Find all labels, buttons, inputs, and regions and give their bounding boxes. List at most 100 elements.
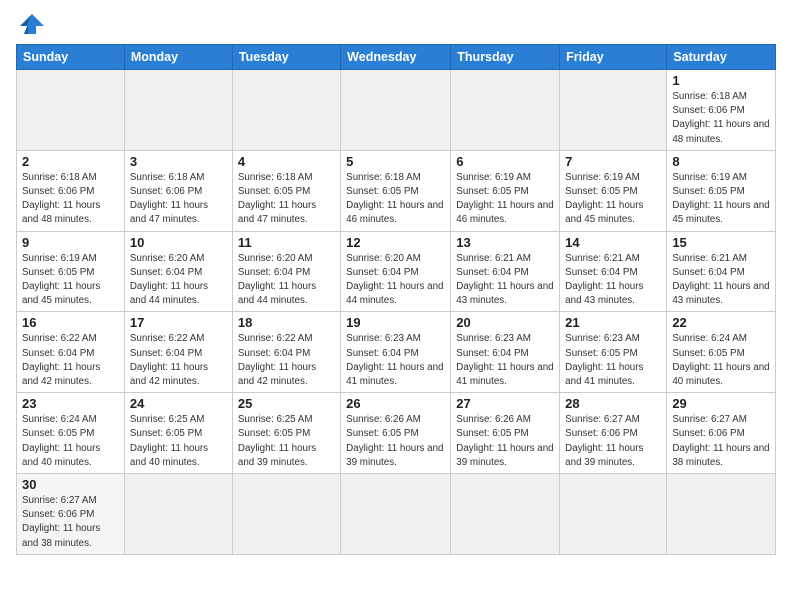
calendar-cell: 19Sunrise: 6:23 AM Sunset: 6:04 PM Dayli…	[341, 312, 451, 393]
day-info: Sunrise: 6:22 AM Sunset: 6:04 PM Dayligh…	[22, 332, 119, 389]
calendar-cell	[667, 474, 776, 555]
calendar-cell: 18Sunrise: 6:22 AM Sunset: 6:04 PM Dayli…	[232, 312, 340, 393]
calendar-cell	[560, 474, 667, 555]
col-header-thursday: Thursday	[451, 45, 560, 70]
calendar-week-4: 23Sunrise: 6:24 AM Sunset: 6:05 PM Dayli…	[17, 393, 776, 474]
day-number: 26	[346, 396, 445, 411]
col-header-friday: Friday	[560, 45, 667, 70]
calendar-week-2: 9 Sunrise: 6:19 AM Sunset: 6:05 PM Daylig…	[17, 231, 776, 312]
day-number: 22	[672, 315, 770, 330]
calendar-cell: 14Sunrise: 6:21 AM Sunset: 6:04 PM Dayli…	[560, 231, 667, 312]
day-info: Sunrise: 6:25 AM Sunset: 6:05 PM Dayligh…	[238, 413, 335, 470]
day-info: Sunrise: 6:27 AM Sunset: 6:06 PM Dayligh…	[672, 413, 770, 470]
day-info: Sunrise: 6:20 AM Sunset: 6:04 PM Dayligh…	[130, 252, 227, 309]
day-info: Sunrise: 6:18 AM Sunset: 6:06 PM Dayligh…	[130, 171, 227, 228]
day-info: Sunrise: 6:25 AM Sunset: 6:05 PM Dayligh…	[130, 413, 227, 470]
calendar-cell: 9 Sunrise: 6:19 AM Sunset: 6:05 PM Daylig…	[17, 231, 125, 312]
calendar-cell: 21Sunrise: 6:23 AM Sunset: 6:05 PM Dayli…	[560, 312, 667, 393]
calendar-cell: 4Sunrise: 6:18 AM Sunset: 6:05 PM Daylig…	[232, 150, 340, 231]
day-info: Sunrise: 6:21 AM Sunset: 6:04 PM Dayligh…	[672, 252, 770, 309]
day-number: 10	[130, 235, 227, 250]
day-info: Sunrise: 6:19 AM Sunset: 6:05 PM Dayligh…	[456, 171, 554, 228]
calendar-table: SundayMondayTuesdayWednesdayThursdayFrid…	[16, 44, 776, 555]
calendar-week-5: 30 Sunrise: 6:27 AM Sunset: 6:06 PM Dayli…	[17, 474, 776, 555]
calendar-week-3: 16Sunrise: 6:22 AM Sunset: 6:04 PM Dayli…	[17, 312, 776, 393]
day-number: 30	[22, 477, 119, 492]
col-header-sunday: Sunday	[17, 45, 125, 70]
day-number: 7	[565, 154, 661, 169]
calendar-cell: 16Sunrise: 6:22 AM Sunset: 6:04 PM Dayli…	[17, 312, 125, 393]
day-info: Sunrise: 6:20 AM Sunset: 6:04 PM Dayligh…	[346, 252, 445, 309]
calendar-cell: 7 Sunrise: 6:19 AM Sunset: 6:05 PM Daylig…	[560, 150, 667, 231]
calendar-cell: 26 Sunrise: 6:26 AM Sunset: 6:05 PM Dayli…	[341, 393, 451, 474]
calendar-cell: 15 Sunrise: 6:21 AM Sunset: 6:04 PM Dayli…	[667, 231, 776, 312]
day-info: Sunrise: 6:27 AM Sunset: 6:06 PM Dayligh…	[22, 494, 119, 551]
day-number: 29	[672, 396, 770, 411]
header	[16, 10, 776, 38]
day-number: 9	[22, 235, 119, 250]
day-number: 17	[130, 315, 227, 330]
day-info: Sunrise: 6:18 AM Sunset: 6:05 PM Dayligh…	[346, 171, 445, 228]
calendar-cell	[124, 70, 232, 151]
day-number: 1	[672, 73, 770, 88]
calendar-cell	[341, 474, 451, 555]
col-header-wednesday: Wednesday	[341, 45, 451, 70]
calendar-cell: 11Sunrise: 6:20 AM Sunset: 6:04 PM Dayli…	[232, 231, 340, 312]
day-info: Sunrise: 6:23 AM Sunset: 6:04 PM Dayligh…	[456, 332, 554, 389]
col-header-tuesday: Tuesday	[232, 45, 340, 70]
calendar-cell: 24 Sunrise: 6:25 AM Sunset: 6:05 PM Dayli…	[124, 393, 232, 474]
day-info: Sunrise: 6:24 AM Sunset: 6:05 PM Dayligh…	[22, 413, 119, 470]
day-info: Sunrise: 6:26 AM Sunset: 6:05 PM Dayligh…	[346, 413, 445, 470]
day-number: 28	[565, 396, 661, 411]
calendar-week-1: 2 Sunrise: 6:18 AM Sunset: 6:06 PM Daylig…	[17, 150, 776, 231]
day-number: 5	[346, 154, 445, 169]
calendar-cell: 13 Sunrise: 6:21 AM Sunset: 6:04 PM Dayli…	[451, 231, 560, 312]
calendar-cell: 5 Sunrise: 6:18 AM Sunset: 6:05 PM Daylig…	[341, 150, 451, 231]
calendar-cell: 27 Sunrise: 6:26 AM Sunset: 6:05 PM Dayli…	[451, 393, 560, 474]
calendar-cell: 10 Sunrise: 6:20 AM Sunset: 6:04 PM Dayli…	[124, 231, 232, 312]
day-number: 24	[130, 396, 227, 411]
day-number: 20	[456, 315, 554, 330]
day-number: 2	[22, 154, 119, 169]
calendar-cell: 3Sunrise: 6:18 AM Sunset: 6:06 PM Daylig…	[124, 150, 232, 231]
calendar-cell: 17 Sunrise: 6:22 AM Sunset: 6:04 PM Dayli…	[124, 312, 232, 393]
day-info: Sunrise: 6:19 AM Sunset: 6:05 PM Dayligh…	[672, 171, 770, 228]
day-number: 27	[456, 396, 554, 411]
calendar-cell: 28Sunrise: 6:27 AM Sunset: 6:06 PM Dayli…	[560, 393, 667, 474]
day-number: 15	[672, 235, 770, 250]
day-number: 13	[456, 235, 554, 250]
calendar-cell	[341, 70, 451, 151]
calendar-cell	[451, 70, 560, 151]
calendar-cell: 2 Sunrise: 6:18 AM Sunset: 6:06 PM Daylig…	[17, 150, 125, 231]
day-number: 8	[672, 154, 770, 169]
calendar-cell: 22Sunrise: 6:24 AM Sunset: 6:05 PM Dayli…	[667, 312, 776, 393]
calendar-cell: 25 Sunrise: 6:25 AM Sunset: 6:05 PM Dayli…	[232, 393, 340, 474]
day-number: 12	[346, 235, 445, 250]
calendar-header-row: SundayMondayTuesdayWednesdayThursdayFrid…	[17, 45, 776, 70]
day-info: Sunrise: 6:21 AM Sunset: 6:04 PM Dayligh…	[565, 252, 661, 309]
col-header-monday: Monday	[124, 45, 232, 70]
calendar-cell: 30 Sunrise: 6:27 AM Sunset: 6:06 PM Dayli…	[17, 474, 125, 555]
col-header-saturday: Saturday	[667, 45, 776, 70]
logo	[16, 10, 52, 38]
day-info: Sunrise: 6:18 AM Sunset: 6:06 PM Dayligh…	[22, 171, 119, 228]
calendar-cell: 23Sunrise: 6:24 AM Sunset: 6:05 PM Dayli…	[17, 393, 125, 474]
calendar-cell	[124, 474, 232, 555]
calendar-cell	[232, 70, 340, 151]
day-number: 25	[238, 396, 335, 411]
calendar-cell: 8 Sunrise: 6:19 AM Sunset: 6:05 PM Daylig…	[667, 150, 776, 231]
calendar-cell: 29 Sunrise: 6:27 AM Sunset: 6:06 PM Dayli…	[667, 393, 776, 474]
day-info: Sunrise: 6:19 AM Sunset: 6:05 PM Dayligh…	[565, 171, 661, 228]
calendar-week-0: 1Sunrise: 6:18 AM Sunset: 6:06 PM Daylig…	[17, 70, 776, 151]
day-info: Sunrise: 6:18 AM Sunset: 6:05 PM Dayligh…	[238, 171, 335, 228]
day-info: Sunrise: 6:26 AM Sunset: 6:05 PM Dayligh…	[456, 413, 554, 470]
logo-icon	[16, 10, 48, 38]
day-info: Sunrise: 6:19 AM Sunset: 6:05 PM Dayligh…	[22, 252, 119, 309]
day-info: Sunrise: 6:21 AM Sunset: 6:04 PM Dayligh…	[456, 252, 554, 309]
day-info: Sunrise: 6:22 AM Sunset: 6:04 PM Dayligh…	[238, 332, 335, 389]
calendar-cell	[451, 474, 560, 555]
day-info: Sunrise: 6:23 AM Sunset: 6:05 PM Dayligh…	[565, 332, 661, 389]
calendar-cell	[17, 70, 125, 151]
calendar-cell: 1Sunrise: 6:18 AM Sunset: 6:06 PM Daylig…	[667, 70, 776, 151]
day-info: Sunrise: 6:22 AM Sunset: 6:04 PM Dayligh…	[130, 332, 227, 389]
